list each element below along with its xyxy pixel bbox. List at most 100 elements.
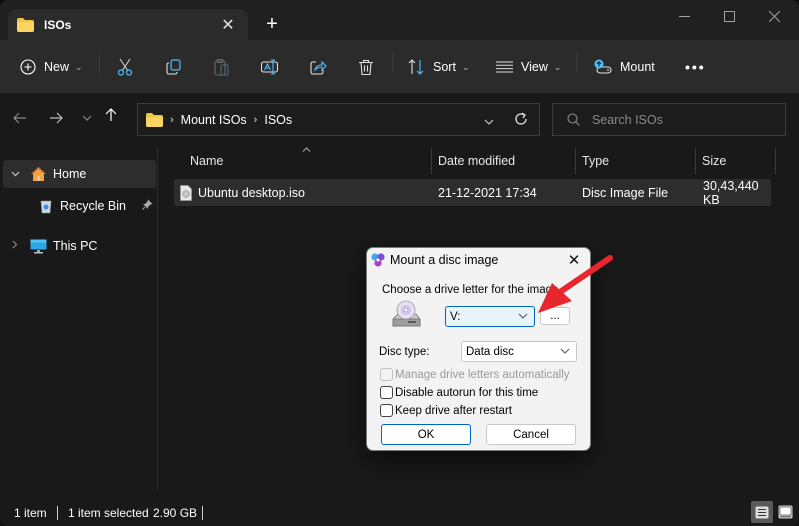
delete-button[interactable] [358,52,374,82]
sidebar-item-home[interactable]: Home [3,160,156,188]
drive-letter-dropdown[interactable]: V: [445,306,535,327]
expand-chevron-icon[interactable] [5,240,25,252]
sidebar-item-label: Home [53,167,87,181]
sort-label: Sort [433,60,456,74]
rename-button[interactable] [261,52,279,82]
sidebar-item-label: This PC [53,239,98,253]
dialog-title: Mount a disc image [390,253,499,267]
drive-letter-prompt: Choose a drive letter for the image [382,284,559,296]
chevron-down-icon: ⌄ [75,61,83,72]
details-view-button[interactable] [751,501,773,523]
sidebar-item-recycle-bin[interactable]: Recycle Bin [3,192,156,220]
column-resize-handle[interactable] [695,148,696,174]
breadcrumb-isos[interactable]: ISOs [264,113,292,127]
search-box[interactable]: Search ISOs [552,103,786,136]
column-header-size[interactable]: Size [702,148,726,174]
checkbox-box [380,404,393,417]
sort-button[interactable]: Sort ⌄ [408,52,469,82]
more-options-icon[interactable]: ••• [685,52,706,82]
search-placeholder: Search ISOs [592,112,663,127]
recycle-bin-icon [40,200,52,213]
disc-type-value: Data disc [466,345,514,358]
file-date-modified: 21-12-2021 17:34 [438,185,537,200]
file-row[interactable]: Ubuntu desktop.iso 21-12-2021 17:34 Disc… [174,178,771,207]
chevron-down-icon [560,346,570,356]
share-icon [310,60,327,75]
column-header-date-modified[interactable]: Date modified [438,148,515,174]
minimize-icon[interactable] [664,4,704,28]
expand-chevron-icon[interactable] [5,169,25,180]
sidebar-divider[interactable] [157,148,158,490]
home-icon [31,167,46,181]
checkbox-label: Disable autorun for this time [395,386,539,399]
close-window-icon[interactable] [754,4,794,28]
mount-button[interactable]: Mount [594,52,655,82]
drive-letter-value: V: [450,310,461,323]
tiles-view-icon [778,505,792,519]
tab-isos[interactable]: ISOs ✕ [8,9,248,41]
file-size: 30,43,440 KB [703,178,759,207]
view-icon [496,61,513,73]
sidebar-item-label: Recycle Bin [60,199,126,213]
manage-drive-letters-checkbox[interactable]: Manage drive letters automatically [380,368,570,381]
mount-label: Mount [620,60,655,74]
delete-icon [359,59,373,75]
copy-button[interactable] [166,52,182,82]
tab-close-icon[interactable]: ✕ [218,15,238,35]
new-label: New [44,60,70,74]
checkbox-label: Keep drive after restart [395,404,512,417]
app-logo-icon [371,253,385,267]
copy-icon [166,59,181,75]
mount-icon [594,59,612,74]
cut-icon [117,58,133,76]
status-divider [202,506,203,520]
breadcrumb-mount-isos[interactable]: Mount ISOs [181,113,247,127]
browse-button[interactable]: ... [540,307,570,325]
item-count: 1 item [14,506,47,520]
selection-count: 1 item selected [68,506,149,520]
column-header-type[interactable]: Type [582,148,609,174]
column-header-name[interactable]: Name [190,148,223,174]
cut-button[interactable] [117,52,133,82]
chevron-down-icon: ⌄ [553,61,562,72]
new-tab-icon[interactable]: + [262,13,282,35]
recent-locations-chevron-icon[interactable] [77,107,97,129]
mount-disc-image-dialog: Mount a disc image ✕ Choose a drive lett… [366,247,591,451]
column-resize-handle[interactable] [775,148,776,174]
tiles-view-button[interactable] [775,502,795,522]
status-bar: 1 item 1 item selected 2.90 GB [0,500,799,526]
share-button[interactable] [310,52,327,82]
address-bar[interactable]: › Mount ISOs › ISOs [137,103,540,136]
column-resize-handle[interactable] [431,148,432,174]
status-divider [57,506,58,520]
address-history-chevron-icon[interactable] [484,114,494,128]
toolbar-divider [392,52,393,74]
pin-icon[interactable] [142,199,153,213]
chevron-down-icon: ⌄ [461,61,470,72]
folder-icon [17,18,34,32]
file-name: Ubuntu desktop.iso [198,185,306,200]
back-arrow-icon[interactable] [10,107,30,129]
disable-autorun-checkbox[interactable]: Disable autorun for this time [380,386,538,399]
breadcrumb-separator-icon: › [253,113,258,126]
new-button[interactable]: New ⌄ [20,52,83,82]
cancel-button[interactable]: Cancel [486,424,576,445]
sidebar-item-this-pc[interactable]: This PC [3,232,156,260]
column-resize-handle[interactable] [575,148,576,174]
forward-arrow-icon[interactable] [46,107,66,129]
title-bar: ISOs ✕ + [0,0,799,41]
keep-drive-checkbox[interactable]: Keep drive after restart [380,404,512,417]
ok-button[interactable]: OK [381,424,471,445]
checkbox-box [380,368,393,381]
toolbar-divider [99,52,100,74]
dialog-close-icon[interactable]: ✕ [565,251,583,269]
view-button[interactable]: View ⌄ [496,52,561,82]
disc-type-dropdown[interactable]: Data disc [461,341,577,362]
up-arrow-icon[interactable] [101,104,121,126]
folder-icon [146,112,163,127]
sort-ascending-icon [302,144,311,154]
paste-button[interactable] [214,52,230,82]
maximize-icon[interactable] [709,4,749,28]
selection-size: 2.90 GB [153,506,198,520]
refresh-icon[interactable] [514,112,528,129]
